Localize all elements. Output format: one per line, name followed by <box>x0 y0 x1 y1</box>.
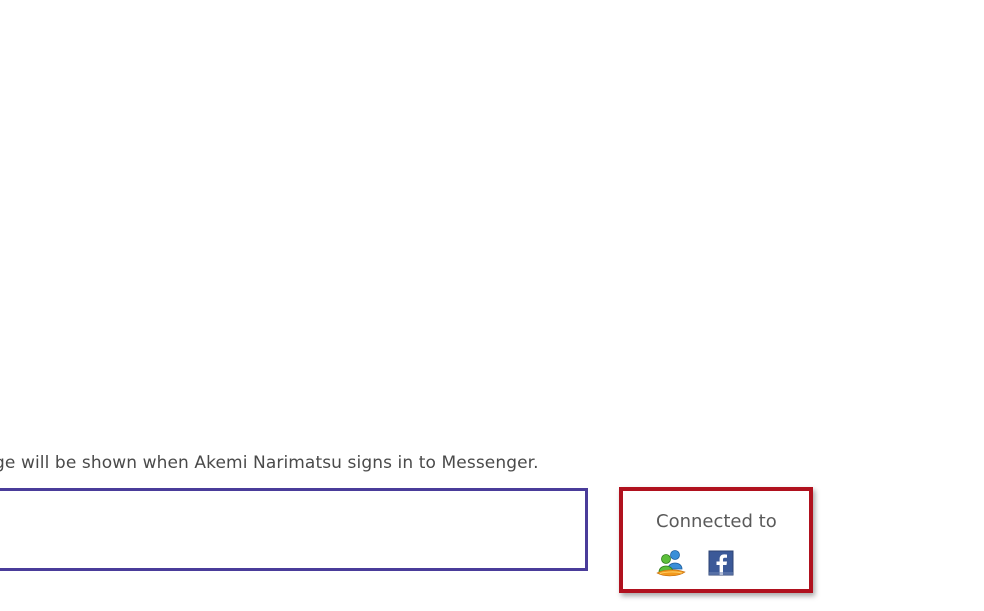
facebook-icon[interactable] <box>706 548 736 578</box>
connected-services-panel: Connected to <box>619 487 813 593</box>
connected-to-label: Connected to <box>656 511 777 532</box>
service-icons-row <box>656 548 756 578</box>
messenger-buddies-icon[interactable] <box>656 548 686 578</box>
offline-message-note: ge will be shown when Akemi Narimatsu si… <box>0 453 539 473</box>
message-input[interactable] <box>0 488 588 571</box>
